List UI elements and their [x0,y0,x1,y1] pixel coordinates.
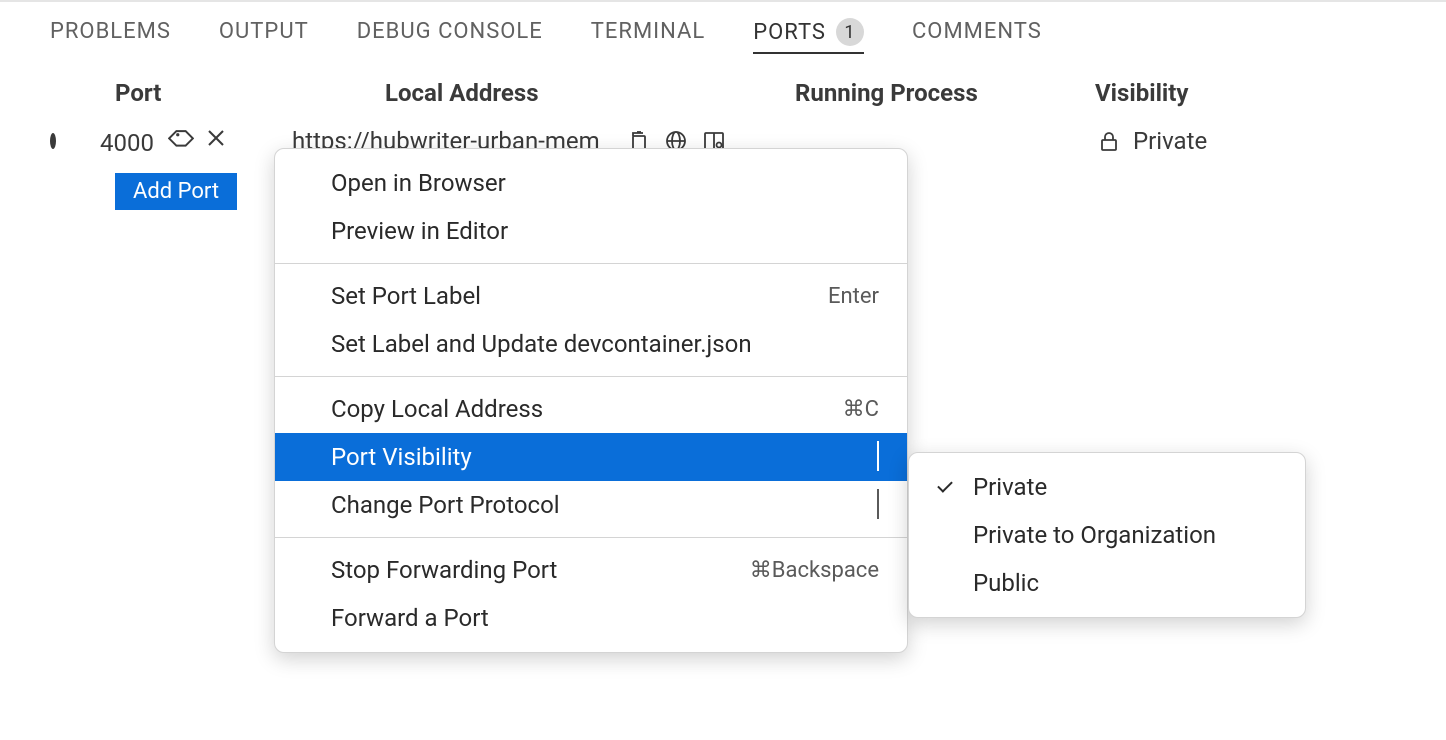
edit-label-icon[interactable] [168,125,194,151]
menu-set-port-label[interactable]: Set Port Label Enter [275,272,907,320]
submenu-private-org[interactable]: Private to Organization [909,511,1305,559]
menu-shortcut: ⌘Backspace [750,558,879,583]
submenu-private[interactable]: Private [909,463,1305,511]
tab-ports[interactable]: PORTS 1 [753,18,864,54]
chevron-right-icon [877,443,879,471]
menu-label: Forward a Port [331,604,489,632]
ports-table-header: Port Local Address Running Process Visib… [0,63,1446,121]
port-number-text: 4000 [100,129,154,157]
menu-divider [275,537,907,538]
menu-label: Set Label and Update devcontainer.json [331,330,752,358]
ports-count-badge: 1 [836,18,864,46]
menu-label: Copy Local Address [331,395,543,423]
tab-terminal[interactable]: TERMINAL [591,19,705,48]
port-visibility-submenu: Private Private to Organization Public [908,452,1306,618]
menu-open-in-browser[interactable]: Open in Browser [275,159,907,207]
menu-shortcut: Enter [828,284,879,309]
menu-label: Change Port Protocol [331,491,560,519]
check-icon [933,485,957,489]
menu-label: Stop Forwarding Port [331,556,557,584]
tab-output[interactable]: OUTPUT [219,19,309,48]
visibility-cell: Private [1095,127,1207,155]
close-icon[interactable] [206,128,226,148]
menu-set-label-devcontainer[interactable]: Set Label and Update devcontainer.json [275,320,907,368]
menu-label: Open in Browser [331,169,506,197]
menu-label: Preview in Editor [331,217,508,245]
menu-divider [275,263,907,264]
header-visibility: Visibility [1095,79,1446,107]
submenu-public[interactable]: Public [909,559,1305,607]
lock-icon [1097,129,1121,153]
submenu-label: Public [973,569,1039,597]
chevron-right-icon [877,491,879,519]
header-local-address: Local Address [270,79,795,107]
visibility-text: Private [1133,127,1207,155]
submenu-label: Private to Organization [973,521,1216,549]
tab-bar: PROBLEMS OUTPUT DEBUG CONSOLE TERMINAL P… [0,2,1446,63]
tab-debug-console[interactable]: DEBUG CONSOLE [357,19,543,48]
menu-shortcut: ⌘C [843,397,879,422]
port-context-menu: Open in Browser Preview in Editor Set Po… [274,148,908,653]
menu-forward-a-port[interactable]: Forward a Port [275,594,907,642]
menu-label: Port Visibility [331,443,472,471]
header-port: Port [0,79,270,107]
menu-copy-local-address[interactable]: Copy Local Address ⌘C [275,385,907,433]
menu-stop-forwarding-port[interactable]: Stop Forwarding Port ⌘Backspace [275,546,907,594]
menu-preview-in-editor[interactable]: Preview in Editor [275,207,907,255]
menu-port-visibility[interactable]: Port Visibility [275,433,907,481]
tab-comments[interactable]: COMMENTS [912,19,1042,48]
port-number: 4000 [56,125,270,157]
header-running-process: Running Process [795,79,1095,107]
add-port-button[interactable]: Add Port [115,173,237,210]
submenu-label: Private [973,473,1047,501]
port-status-indicator [0,133,56,149]
menu-label: Set Port Label [331,282,481,310]
tab-problems[interactable]: PROBLEMS [50,19,171,48]
menu-change-port-protocol[interactable]: Change Port Protocol [275,481,907,529]
menu-divider [275,376,907,377]
tab-ports-label: PORTS [753,20,826,45]
